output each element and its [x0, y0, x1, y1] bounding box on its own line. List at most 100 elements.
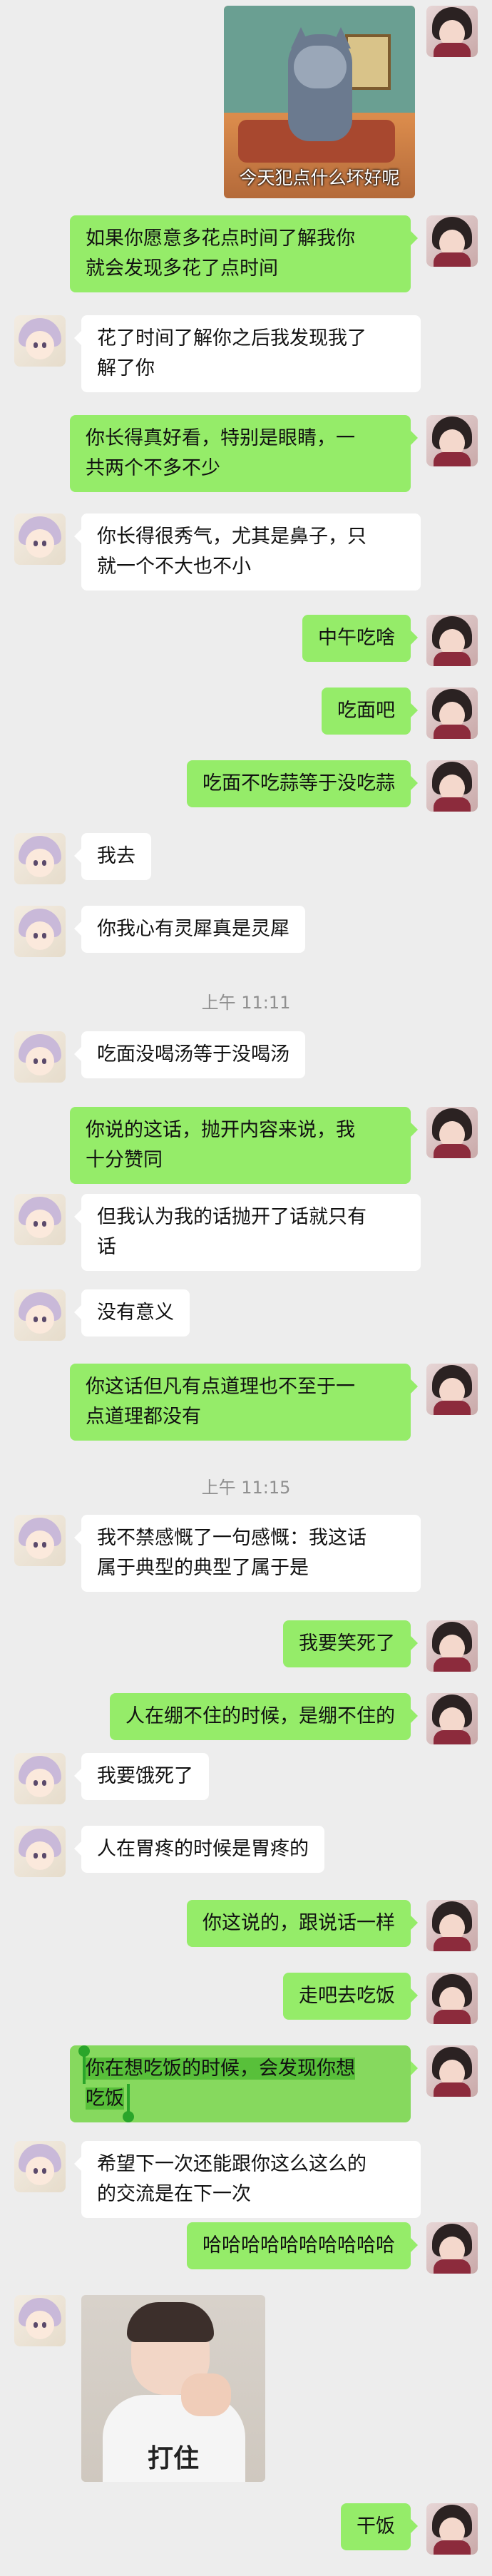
sticker-image[interactable]: 今天犯点什么坏好呢: [224, 6, 415, 198]
message-line: 你说的这话，抛开内容来说，我: [86, 1119, 355, 1141]
sticker-cat-ear: [291, 27, 311, 48]
message-bubble[interactable]: 你说的这话，抛开内容来说，我 十分赞同: [70, 1107, 418, 1184]
avatar-other[interactable]: [14, 1289, 66, 1341]
selection-end-handle[interactable]: [123, 2084, 134, 2122]
avatar-other[interactable]: [14, 2295, 66, 2346]
message-line: 干饭: [357, 2515, 395, 2537]
message-line: 吃面不吃蒜等于没吃蒜: [203, 772, 395, 794]
message-bubble[interactable]: 中午吃啥: [302, 615, 418, 662]
sticker-caption: 打住: [147, 2444, 199, 2473]
message-line: 解了你: [97, 357, 155, 379]
message-line: 没有意义: [97, 1302, 174, 1324]
avatar-self[interactable]: [426, 1900, 478, 1951]
message-line: 花了时间了解你之后我发现我了: [97, 327, 367, 349]
sticker-fist: [181, 2373, 231, 2416]
message-bubble[interactable]: 如果你愿意多花点时间了解我你 就会发现多花了点时间: [70, 215, 418, 292]
message-line: 我去: [97, 845, 135, 867]
message-line: 希望下一次还能跟你这么这么的: [97, 2153, 367, 2175]
message-bubble[interactable]: 我要笑死了: [283, 1620, 418, 1667]
sticker-caption: 今天犯点什么坏好呢: [239, 168, 400, 188]
message-line: 的交流是在下一次: [97, 2183, 251, 2205]
message-line: 就一个不大也不小: [97, 556, 251, 578]
message-line: 走吧去吃饭: [299, 1985, 395, 2007]
sticker-image[interactable]: 打住: [81, 2295, 265, 2482]
message-bubble[interactable]: 你我心有灵犀真是灵犀: [74, 906, 305, 953]
message-bubble[interactable]: 你这话但凡有点道理也不至于一 点道理都没有: [70, 1364, 418, 1441]
avatar-self[interactable]: [426, 1364, 478, 1415]
message-line: 我不禁感慨了一句感慨：我这话: [97, 1527, 367, 1549]
message-bubble[interactable]: 我去: [74, 833, 151, 880]
message-bubble[interactable]: 人在胃疼的时候是胃疼的: [74, 1826, 324, 1873]
message-line: 共两个不多不少: [86, 457, 220, 479]
avatar-self[interactable]: [426, 2503, 478, 2555]
sticker-hair: [127, 2302, 214, 2342]
message-line: 吃饭: [86, 2084, 395, 2114]
message-line: 你在想吃饭的时候，会发现你想: [86, 2054, 395, 2084]
message-bubble[interactable]: 吃面不吃蒜等于没吃蒜: [187, 760, 418, 807]
message-line: 中午吃啥: [318, 627, 395, 649]
avatar-self[interactable]: [426, 6, 478, 57]
message-line: 话: [97, 1236, 116, 1258]
message-line: 但我认为我的话抛开了话就只有: [97, 1206, 367, 1228]
message-bubble[interactable]: 花了时间了解你之后我发现我了 解了你: [74, 315, 421, 392]
avatar-self[interactable]: [426, 1107, 478, 1158]
message-bubble[interactable]: 我不禁感慨了一句感慨：我这话 属于典型的典型了属于是: [74, 1515, 421, 1592]
message-line: 点道理都没有: [86, 1406, 201, 1428]
selected-text: 吃饭: [86, 2087, 124, 2110]
avatar-other[interactable]: [14, 833, 66, 884]
message-line: 吃面没喝汤等于没喝汤: [97, 1043, 289, 1065]
avatar-other[interactable]: [14, 513, 66, 565]
message-line: 你这说的，跟说话一样: [203, 1912, 395, 1934]
sticker-cat-face: [294, 46, 347, 88]
avatar-self[interactable]: [426, 215, 478, 267]
message-bubble[interactable]: 你长得真好看，特别是眼睛，一 共两个不多不少: [70, 415, 418, 492]
sticker-cat-ear: [331, 27, 351, 48]
message-bubble[interactable]: 但我认为我的话抛开了话就只有 话: [74, 1194, 421, 1271]
message-bubble-selected[interactable]: 你在想吃饭的时候，会发现你想 吃饭: [70, 2045, 418, 2122]
message-line: 你我心有灵犀真是灵犀: [97, 918, 289, 940]
message-line: 人在胃疼的时候是胃疼的: [97, 1838, 309, 1860]
timestamp: 上午 11:15: [201, 1478, 291, 1498]
message-bubble[interactable]: 希望下一次还能跟你这么这么的 的交流是在下一次: [74, 2141, 421, 2218]
avatar-other[interactable]: [14, 315, 66, 367]
selection-start-handle[interactable]: [78, 2045, 90, 2084]
message-line: 如果你愿意多花点时间了解我你: [86, 228, 355, 250]
message-bubble[interactable]: 干饭: [341, 2503, 418, 2550]
avatar-self[interactable]: [426, 1693, 478, 1744]
avatar-self[interactable]: [426, 2045, 478, 2097]
message-line: 十分赞同: [86, 1149, 163, 1171]
avatar-self[interactable]: [426, 1620, 478, 1672]
message-bubble[interactable]: 我要饿死了: [74, 1753, 209, 1800]
message-bubble[interactable]: 走吧去吃饭: [283, 1973, 418, 2020]
message-bubble[interactable]: 人在绷不住的时候，是绷不住的: [110, 1693, 418, 1740]
timestamp: 上午 11:11: [201, 993, 291, 1013]
avatar-other[interactable]: [14, 1753, 66, 1804]
avatar-other[interactable]: [14, 1515, 66, 1566]
message-bubble[interactable]: 吃面吧: [322, 688, 418, 735]
message-bubble[interactable]: 你这说的，跟说话一样: [187, 1900, 418, 1947]
message-line: 吃面吧: [337, 700, 395, 722]
avatar-self[interactable]: [426, 760, 478, 812]
message-line: 我要饿死了: [97, 1765, 193, 1787]
avatar-other[interactable]: [14, 1826, 66, 1877]
message-line: 你这话但凡有点道理也不至于一: [86, 1376, 355, 1398]
avatar-other[interactable]: [14, 1194, 66, 1245]
avatar-self[interactable]: [426, 688, 478, 739]
avatar-self[interactable]: [426, 415, 478, 466]
avatar-self[interactable]: [426, 2222, 478, 2274]
message-bubble[interactable]: 你长得很秀气，尤其是鼻子，只 就一个不大也不小: [74, 513, 421, 591]
message-line: 你长得很秀气，尤其是鼻子，只: [97, 526, 367, 548]
avatar-other[interactable]: [14, 1031, 66, 1083]
message-bubble[interactable]: 没有意义: [74, 1289, 190, 1336]
avatar-self[interactable]: [426, 615, 478, 666]
avatar-other[interactable]: [14, 2141, 66, 2192]
selected-text: 你在想吃饭的时候，会发现你想: [86, 2058, 355, 2080]
avatar-self[interactable]: [426, 1973, 478, 2024]
message-line: 人在绷不住的时候，是绷不住的: [125, 1705, 395, 1727]
avatar-other[interactable]: [14, 906, 66, 957]
message-line: 我要笑死了: [299, 1632, 395, 1655]
message-line: 就会发现多花了点时间: [86, 257, 278, 280]
message-bubble[interactable]: 哈哈哈哈哈哈哈哈哈哈: [187, 2222, 418, 2269]
message-line: 属于典型的典型了属于是: [97, 1557, 309, 1579]
message-bubble[interactable]: 吃面没喝汤等于没喝汤: [74, 1031, 305, 1078]
